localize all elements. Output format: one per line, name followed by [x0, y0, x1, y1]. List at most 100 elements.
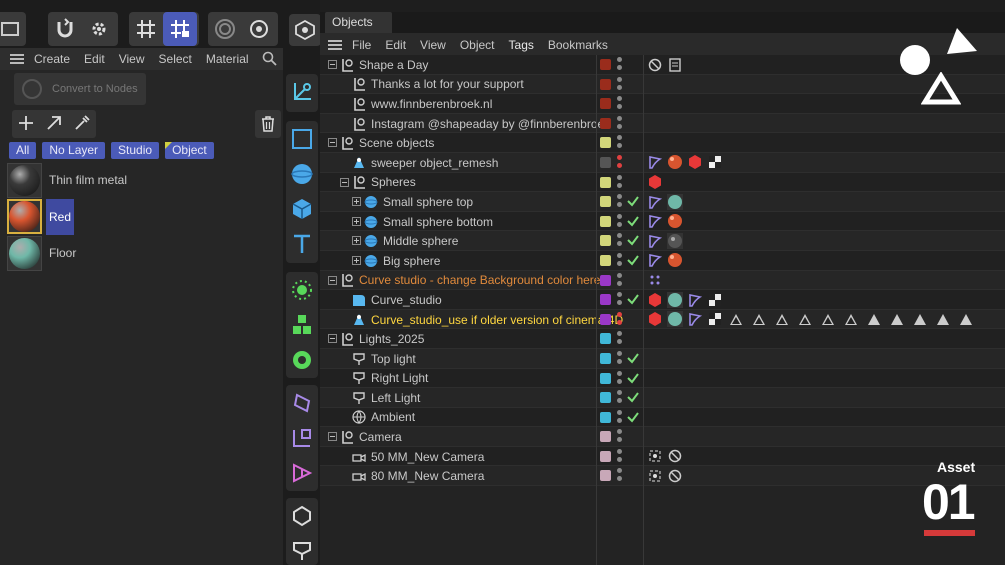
object-name[interactable]: Shape a Day	[340, 55, 428, 75]
panel-icon[interactable]	[0, 12, 26, 46]
object-name[interactable]: Big sphere	[364, 251, 440, 271]
menu-view[interactable]: View	[420, 38, 446, 52]
no-render-tag-icon[interactable]	[646, 56, 663, 73]
render-tag-icon[interactable]	[646, 311, 663, 328]
hamburger-icon[interactable]	[328, 40, 342, 50]
enabled-check-icon[interactable]	[626, 351, 640, 368]
no-render-tag-icon[interactable]	[666, 467, 683, 484]
visibility-dots[interactable]	[617, 272, 622, 289]
enabled-check-icon[interactable]	[626, 390, 640, 407]
object-row[interactable]: Thanks a lot for your support	[320, 74, 1005, 95]
collapse-icon[interactable]	[328, 60, 337, 69]
collapse-icon[interactable]	[328, 275, 337, 285]
object-name[interactable]: 50 MM_New Camera	[352, 447, 484, 467]
material-item[interactable]: Thin film metal	[7, 162, 130, 198]
layer-color-swatch[interactable]	[600, 156, 611, 168]
object-name[interactable]: Curve_studio_use if older version of cin…	[352, 310, 623, 330]
cube-primitive-icon[interactable]	[286, 191, 318, 226]
triangle-filled-tag-icon[interactable]	[891, 313, 903, 325]
render-tag-icon[interactable]	[646, 174, 663, 191]
layer-color-swatch[interactable]	[600, 470, 611, 482]
menu-file[interactable]: File	[352, 38, 371, 52]
convert-to-nodes-button[interactable]: Convert to Nodes	[14, 73, 146, 105]
collapse-icon[interactable]	[328, 334, 337, 344]
filter-all[interactable]: All	[9, 142, 37, 159]
visibility-dots[interactable]	[617, 233, 622, 249]
tab-objects[interactable]: Objects	[325, 12, 392, 33]
light-tool-icon[interactable]	[286, 533, 318, 565]
phong-tag-icon[interactable]	[646, 154, 663, 171]
material-thumbnail[interactable]	[7, 162, 42, 198]
no-render-tag-icon[interactable]	[666, 448, 683, 465]
deformer-icon[interactable]	[286, 385, 318, 420]
checker-tag-icon[interactable]	[706, 311, 723, 328]
expand-icon[interactable]	[352, 216, 361, 226]
mograph-cubes-icon[interactable]	[286, 307, 318, 342]
enabled-check-icon[interactable]	[626, 292, 640, 309]
object-row[interactable]: Left Light	[320, 388, 1005, 408]
arrow-icon[interactable]	[46, 115, 62, 134]
object-row[interactable]: Curve studio - change Background color h…	[320, 270, 1005, 291]
phong-tag-icon[interactable]	[646, 193, 663, 210]
object-row[interactable]: Small sphere top	[320, 192, 1005, 212]
render-tag-icon[interactable]	[686, 154, 703, 171]
visibility-dots[interactable]	[617, 252, 622, 269]
object-row[interactable]: Scene objects	[320, 133, 1005, 153]
object-row[interactable]: 80 MM_New Camera	[320, 466, 1005, 487]
layer-color-swatch[interactable]	[600, 59, 611, 70]
visibility-dots[interactable]	[617, 311, 622, 328]
menu-create[interactable]: Create	[34, 52, 70, 66]
triangle-outline-tag-icon[interactable]	[799, 313, 811, 325]
triangle-outline-tag-icon[interactable]	[822, 313, 834, 325]
layer-color-swatch[interactable]	[600, 431, 611, 443]
hamburger-icon[interactable]	[10, 54, 24, 64]
material-item[interactable]: Red	[7, 198, 130, 235]
triangle-filled-tag-icon[interactable]	[914, 313, 926, 325]
visibility-dots[interactable]	[617, 429, 622, 445]
filter-no-layer[interactable]: No Layer	[42, 142, 106, 159]
object-name[interactable]: www.finnberenbroek.nl	[352, 94, 492, 114]
layer-color-swatch[interactable]	[600, 372, 611, 384]
menu-object[interactable]: Object	[460, 38, 495, 52]
eyedropper-icon[interactable]	[74, 114, 90, 134]
layer-color-swatch[interactable]	[600, 352, 611, 364]
visibility-dots[interactable]	[617, 409, 622, 426]
material-tag-icon[interactable]	[666, 291, 683, 308]
trash-icon[interactable]	[255, 110, 281, 138]
visibility-dots[interactable]	[617, 448, 622, 465]
layer-color-swatch[interactable]	[600, 411, 611, 423]
collapse-icon[interactable]	[340, 177, 349, 187]
layer-color-swatch[interactable]	[600, 78, 611, 90]
triangle-filled-tag-icon[interactable]	[937, 313, 949, 325]
collapse-icon[interactable]	[328, 432, 337, 442]
search-icon[interactable]	[262, 51, 277, 69]
layer-color-swatch[interactable]	[600, 137, 611, 149]
object-row[interactable]: Curve_studio_use if older version of cin…	[320, 309, 1005, 330]
visibility-dots[interactable]	[617, 174, 622, 191]
target-icon[interactable]	[208, 12, 242, 46]
material-tag-icon[interactable]	[666, 193, 683, 210]
gear-snap-icon[interactable]	[82, 12, 116, 46]
cube-view-icon[interactable]	[289, 14, 321, 46]
grid-icon[interactable]	[129, 12, 163, 46]
object-row[interactable]: Right Light	[320, 368, 1005, 389]
camera-target-tag-icon[interactable]	[646, 467, 663, 484]
object-name[interactable]: Right Light	[352, 369, 428, 389]
enabled-check-icon[interactable]	[626, 253, 640, 270]
visibility-dots[interactable]	[617, 292, 622, 308]
enabled-check-icon[interactable]	[626, 371, 640, 388]
triangle-outline-tag-icon[interactable]	[753, 313, 765, 325]
menu-edit[interactable]: Edit	[385, 38, 406, 52]
object-row[interactable]: Instagram @shapeaday by @finnberenbroek	[320, 113, 1005, 134]
checker-tag-icon[interactable]	[706, 154, 723, 171]
object-name[interactable]: Small sphere bottom	[364, 212, 493, 232]
object-name[interactable]: Instagram @shapeaday by @finnberenbroek	[352, 114, 610, 134]
triangle-filled-tag-icon[interactable]	[868, 313, 880, 325]
layer-color-swatch[interactable]	[600, 117, 611, 129]
layer-color-swatch[interactable]	[600, 196, 611, 208]
visibility-dots[interactable]	[617, 154, 622, 171]
object-row[interactable]: Top light	[320, 348, 1005, 369]
visibility-dots[interactable]	[617, 115, 622, 132]
sphere-primitive-icon[interactable]	[286, 156, 318, 191]
object-name[interactable]: Top light	[352, 349, 416, 369]
